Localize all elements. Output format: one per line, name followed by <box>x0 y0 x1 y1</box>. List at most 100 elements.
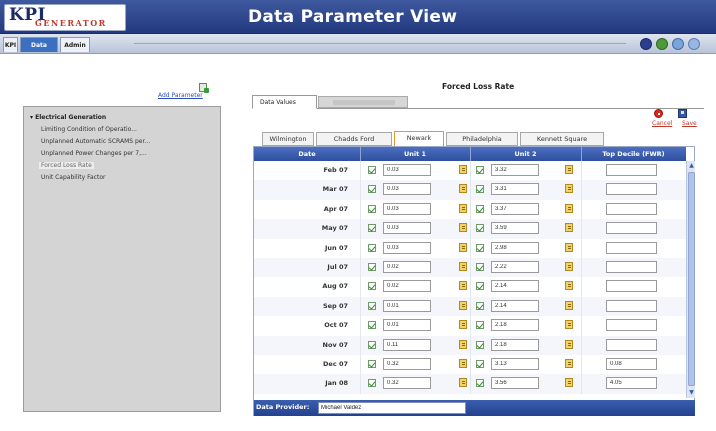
top-decile-input[interactable] <box>606 319 657 332</box>
city-tab-chadds-ford[interactable]: Chadds Ford <box>316 132 392 146</box>
unit-2-input[interactable] <box>491 377 539 390</box>
tree-item-forced-loss-rate[interactable]: Forced Loss Rate <box>39 162 94 169</box>
city-tab-kennett-square[interactable]: Kennett Square <box>520 132 604 146</box>
unit-2-input[interactable] <box>491 299 539 312</box>
unit-1-note-icon[interactable] <box>459 223 467 233</box>
refresh-icon[interactable] <box>656 38 668 50</box>
unit-1-input[interactable] <box>383 319 431 332</box>
city-tab-philadelphia[interactable]: Philadelphia <box>446 132 518 146</box>
grid-scrollbar[interactable]: ▲ ▼ <box>686 161 695 398</box>
unit-1-note-icon[interactable] <box>459 359 467 368</box>
unit-1-input[interactable] <box>383 377 431 390</box>
unit-2-checkbox[interactable] <box>476 224 484 233</box>
scroll-thumb[interactable] <box>688 172 695 386</box>
unit-2-input[interactable] <box>491 280 539 293</box>
tab-admin[interactable]: Admin <box>60 37 90 52</box>
unit-2-note-icon[interactable] <box>565 165 573 174</box>
tab-kpi[interactable]: KPI <box>3 37 18 52</box>
save-button[interactable]: Save <box>682 120 697 127</box>
unit-2-note-icon[interactable] <box>565 320 573 330</box>
kpi-generator-logo[interactable]: KPI GENERATOR <box>4 4 126 31</box>
unit-2-checkbox[interactable] <box>476 340 484 349</box>
unit-1-checkbox[interactable] <box>368 379 376 388</box>
unit-1-input[interactable] <box>383 202 431 215</box>
tree-item-unplanned-power-changes[interactable]: Unplanned Power Changes per 7,... <box>41 150 147 157</box>
save-icon[interactable] <box>678 109 687 118</box>
top-decile-input[interactable] <box>606 377 657 390</box>
unit-2-checkbox[interactable] <box>476 243 484 252</box>
unit-2-note-icon[interactable] <box>565 223 573 233</box>
unit-2-input[interactable] <box>491 241 539 254</box>
unit-2-checkbox[interactable] <box>476 301 484 310</box>
cancel-button[interactable]: Cancel <box>652 120 672 127</box>
unit-1-input[interactable] <box>383 183 431 196</box>
city-tab-newark[interactable]: Newark <box>394 131 444 147</box>
unit-2-checkbox[interactable] <box>476 166 484 174</box>
unit-1-note-icon[interactable] <box>459 242 467 252</box>
unit-1-checkbox[interactable] <box>368 340 376 349</box>
tree-root-electrical-generation[interactable]: ▾ Electrical Generation <box>30 114 106 121</box>
unit-1-checkbox[interactable] <box>368 321 376 330</box>
unit-1-note-icon[interactable] <box>459 281 467 291</box>
top-decile-input[interactable] <box>606 299 657 312</box>
unit-2-checkbox[interactable] <box>476 185 484 194</box>
help-icon[interactable] <box>640 38 652 50</box>
top-decile-input[interactable] <box>606 222 657 235</box>
unit-1-checkbox[interactable] <box>368 166 376 174</box>
unit-1-input[interactable] <box>383 280 431 293</box>
top-decile-input[interactable] <box>606 164 657 176</box>
unit-1-input[interactable] <box>383 164 431 176</box>
unit-2-note-icon[interactable] <box>565 203 573 213</box>
cancel-icon[interactable] <box>654 109 663 118</box>
unit-1-note-icon[interactable] <box>459 300 467 310</box>
unit-2-input[interactable] <box>491 338 539 351</box>
unit-1-input[interactable] <box>383 222 431 235</box>
unit-1-input[interactable] <box>383 261 431 273</box>
unit-1-note-icon[interactable] <box>459 262 467 271</box>
unit-2-note-icon[interactable] <box>565 184 573 194</box>
scroll-up-arrow-icon[interactable]: ▲ <box>688 162 695 170</box>
unit-2-input[interactable] <box>491 319 539 332</box>
unit-1-checkbox[interactable] <box>368 263 376 271</box>
unit-2-checkbox[interactable] <box>476 282 484 291</box>
unit-2-input[interactable] <box>491 202 539 215</box>
tab-data-values[interactable]: Data Values <box>252 95 317 109</box>
top-decile-input[interactable] <box>606 338 657 351</box>
unit-2-input[interactable] <box>491 358 539 370</box>
tree-item-unplanned-scrams[interactable]: Unplanned Automatic SCRAMS per... <box>41 138 150 145</box>
unit-1-input[interactable] <box>383 241 431 254</box>
top-decile-input[interactable] <box>606 183 657 196</box>
logout-icon[interactable] <box>688 38 700 50</box>
unit-1-checkbox[interactable] <box>368 360 376 368</box>
unit-2-note-icon[interactable] <box>565 339 573 349</box>
top-decile-input[interactable] <box>606 202 657 215</box>
city-tab-wilmington[interactable]: Wilmington <box>262 132 314 146</box>
unit-1-checkbox[interactable] <box>368 243 376 252</box>
top-decile-input[interactable] <box>606 261 657 273</box>
unit-1-input[interactable] <box>383 338 431 351</box>
unit-1-checkbox[interactable] <box>368 301 376 310</box>
settings-icon[interactable] <box>672 38 684 50</box>
unit-2-input[interactable] <box>491 222 539 235</box>
scroll-down-arrow-icon[interactable]: ▼ <box>688 389 695 397</box>
unit-1-input[interactable] <box>383 358 431 370</box>
add-parameter-icon[interactable] <box>199 83 209 93</box>
unit-2-checkbox[interactable] <box>476 379 484 388</box>
unit-1-note-icon[interactable] <box>459 203 467 213</box>
unit-2-note-icon[interactable] <box>565 262 573 271</box>
unit-2-note-icon[interactable] <box>565 281 573 291</box>
unit-1-input[interactable] <box>383 299 431 312</box>
tab-data-entry[interactable]: Data Entry <box>20 37 58 64</box>
unit-2-checkbox[interactable] <box>476 360 484 368</box>
unit-2-note-icon[interactable] <box>565 242 573 252</box>
unit-1-note-icon[interactable] <box>459 184 467 194</box>
unit-1-note-icon[interactable] <box>459 339 467 349</box>
top-decile-input[interactable] <box>606 241 657 254</box>
unit-2-checkbox[interactable] <box>476 321 484 330</box>
unit-2-input[interactable] <box>491 261 539 273</box>
unit-1-note-icon[interactable] <box>459 165 467 174</box>
tree-item-unit-capability-factor[interactable]: Unit Capability Factor <box>41 174 105 181</box>
unit-1-checkbox[interactable] <box>368 224 376 233</box>
tree-item-limiting-condition[interactable]: Limiting Condition of Operatio... <box>41 126 137 133</box>
unit-2-checkbox[interactable] <box>476 263 484 271</box>
